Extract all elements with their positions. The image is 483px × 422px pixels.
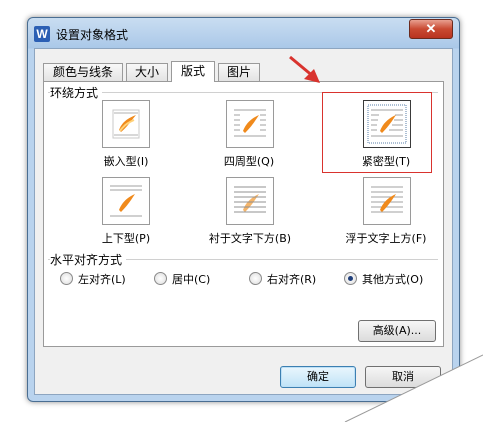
page-curl-decoration (344, 354, 483, 422)
tab-layout[interactable]: 版式 (171, 61, 215, 82)
